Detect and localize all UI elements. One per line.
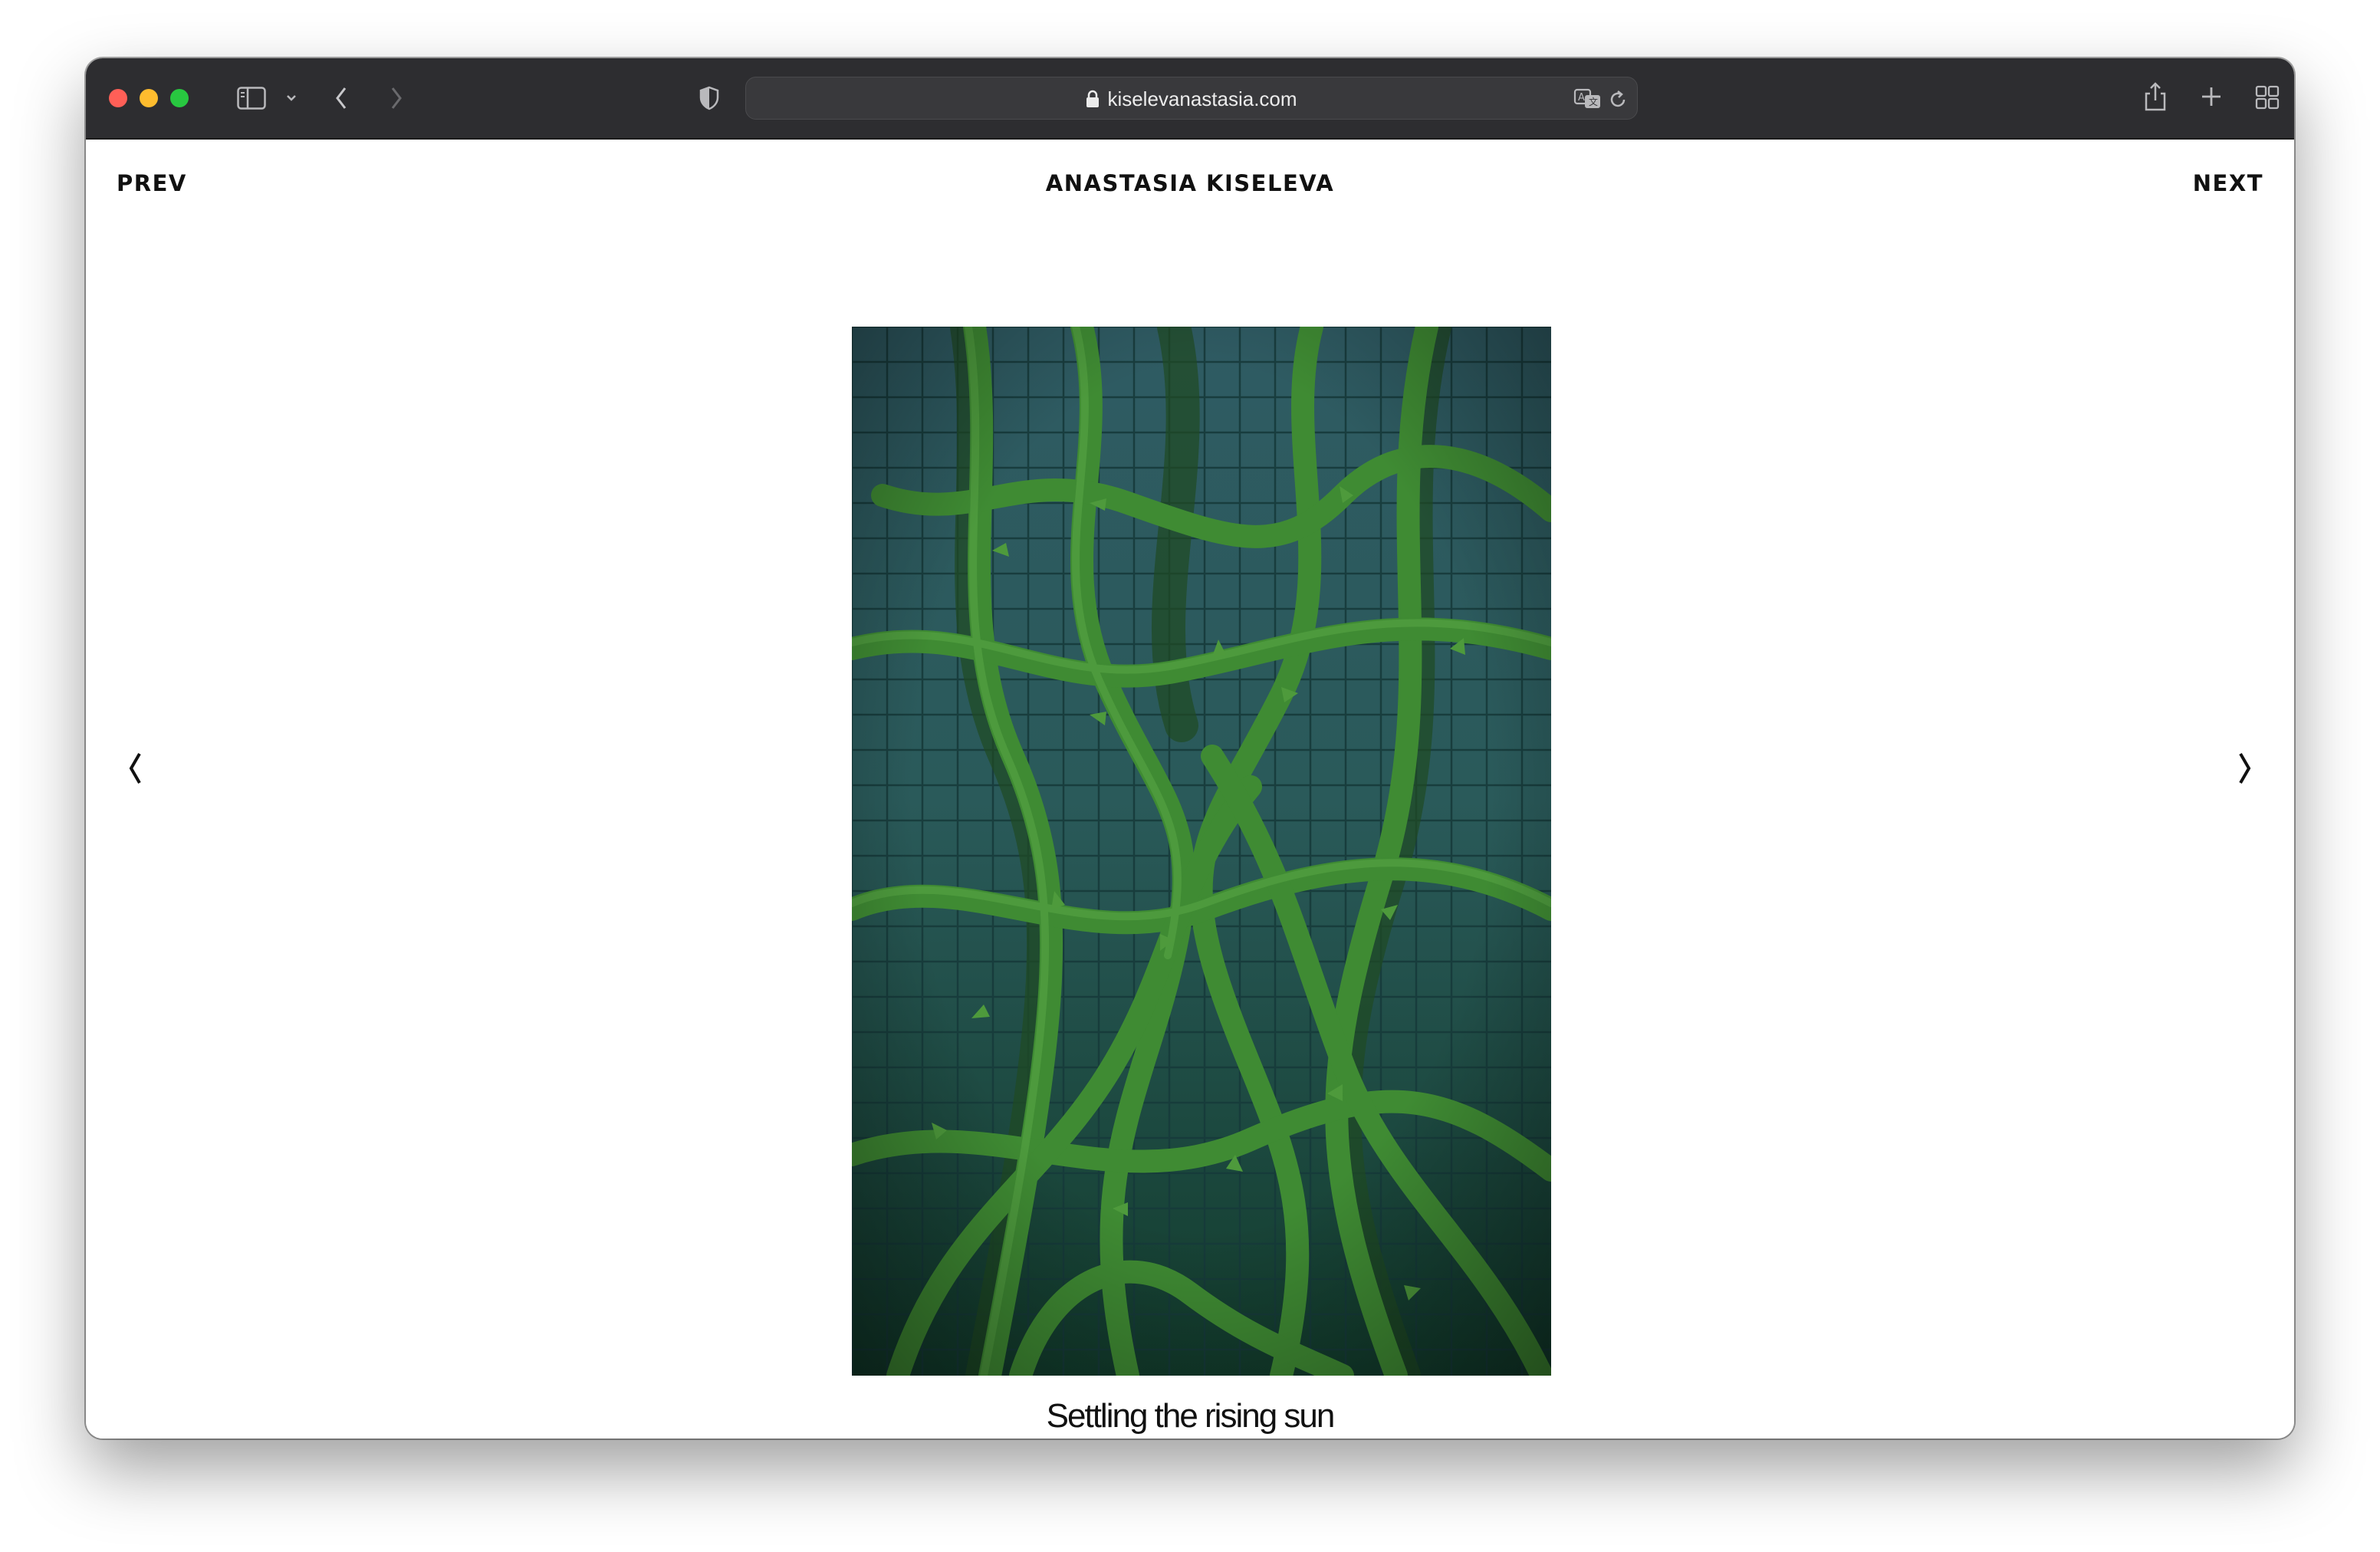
close-window-button[interactable] bbox=[109, 89, 127, 107]
address-bar[interactable]: kiselevanastasia.com A文 bbox=[745, 77, 1638, 120]
tab-overview-icon[interactable] bbox=[2254, 84, 2280, 110]
zoom-window-button[interactable] bbox=[170, 89, 189, 107]
browser-toolbar: kiselevanastasia.com A文 bbox=[86, 58, 2294, 140]
lock-icon bbox=[1086, 90, 1100, 108]
url-text: kiselevanastasia.com bbox=[1107, 87, 1297, 110]
svg-text:A: A bbox=[1578, 92, 1585, 104]
plus-icon[interactable] bbox=[2199, 84, 2224, 109]
forward-icon[interactable] bbox=[385, 83, 408, 113]
artwork-image[interactable] bbox=[852, 327, 1551, 1376]
page-content: PREV ANASTASIA KISELEVA NEXT Settling th… bbox=[86, 140, 2294, 1439]
svg-text:文: 文 bbox=[1589, 96, 1598, 107]
next-link[interactable]: NEXT bbox=[2193, 170, 2263, 196]
chevron-right-icon bbox=[2239, 752, 2251, 784]
reload-icon[interactable] bbox=[1606, 88, 1629, 111]
prev-arrow-button[interactable] bbox=[120, 745, 150, 791]
minimize-window-button[interactable] bbox=[140, 89, 158, 107]
next-arrow-button[interactable] bbox=[2230, 745, 2260, 791]
chevron-left-icon bbox=[129, 752, 141, 784]
thorny-branches-artwork bbox=[852, 327, 1551, 1376]
back-icon[interactable] bbox=[330, 83, 353, 113]
share-icon[interactable] bbox=[2142, 80, 2168, 113]
site-title[interactable]: ANASTASIA KISELEVA bbox=[86, 170, 2294, 196]
sidebar-icon[interactable] bbox=[236, 84, 267, 112]
chevron-down-icon[interactable] bbox=[282, 89, 301, 107]
artwork-caption: Settling the rising sun bbox=[1046, 1397, 1336, 1435]
shield-icon[interactable] bbox=[696, 84, 722, 112]
translate-icon[interactable]: A文 bbox=[1573, 87, 1603, 111]
browser-window: kiselevanastasia.com A文 PREV ANASTASIA K… bbox=[86, 58, 2294, 1439]
